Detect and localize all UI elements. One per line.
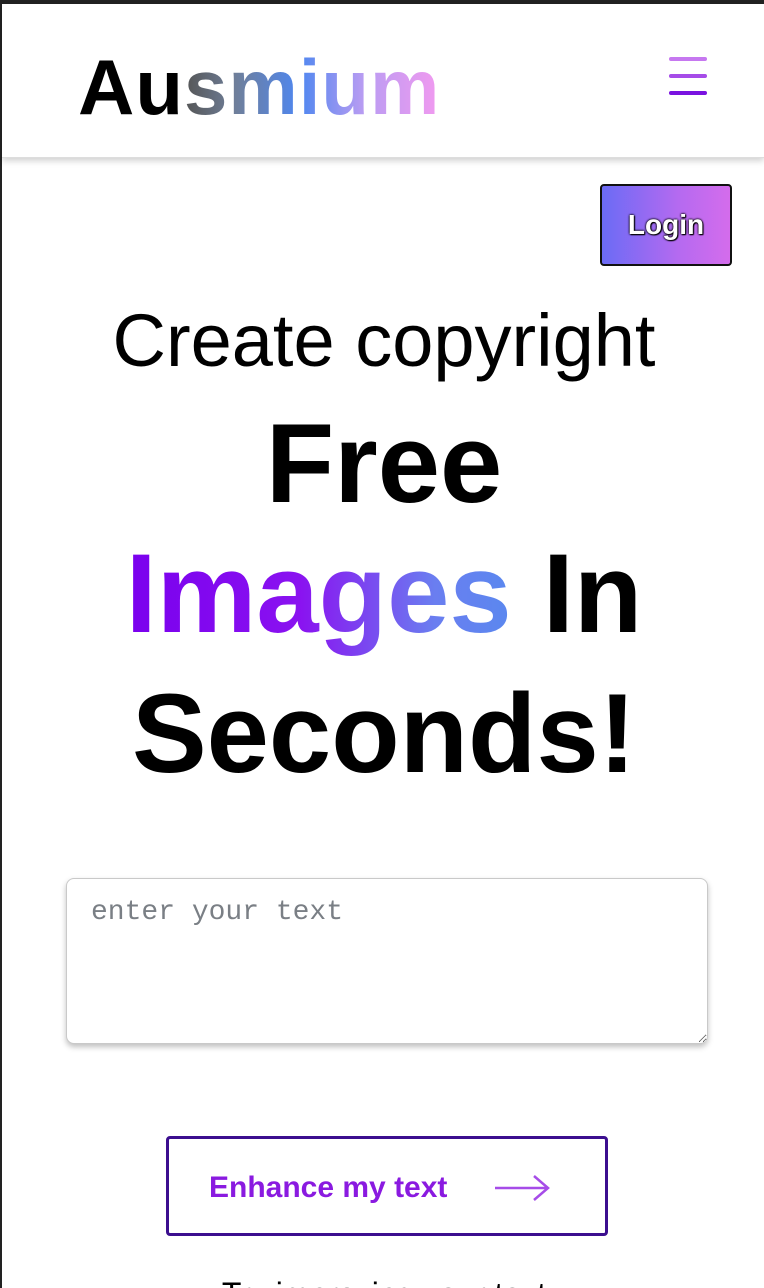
logo-prefix: Au — [78, 43, 184, 131]
login-button[interactable]: Login — [600, 184, 732, 266]
logo-suffix: smium — [183, 43, 441, 131]
menu-bar-bottom — [669, 91, 707, 95]
hero-line-free: Free — [265, 401, 503, 526]
hero-highlight-word: Images — [125, 531, 512, 656]
prompt-textarea[interactable] — [66, 878, 708, 1044]
hero-line-in: In — [542, 531, 643, 656]
brand-logo[interactable]: Ausmium — [78, 48, 440, 126]
hero-heading: Create copyright Free Images In Seconds! — [2, 304, 764, 790]
footer-hint-text: Try improving your text — [2, 1276, 764, 1288]
menu-bar-middle — [669, 74, 707, 78]
menu-bar-top — [669, 57, 707, 61]
app-header: Ausmium — [2, 4, 764, 158]
enhance-button-label: Enhance my text — [209, 1171, 448, 1204]
hero-line-seconds: Seconds! — [131, 671, 637, 796]
enhance-text-button[interactable]: Enhance my text — [166, 1136, 608, 1236]
hero-line-images: Images In — [2, 538, 764, 678]
arrow-right-icon — [495, 1175, 550, 1201]
hero-line-create: Create copyright — [112, 299, 656, 382]
hamburger-menu-icon[interactable] — [666, 54, 710, 98]
